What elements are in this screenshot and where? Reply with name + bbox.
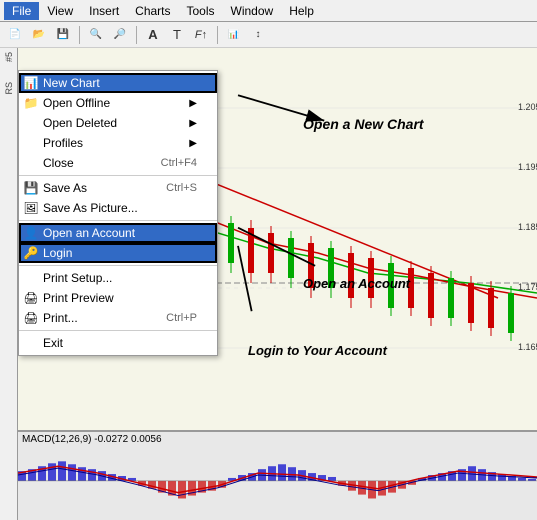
menu-profiles[interactable]: Profiles ▶ [19, 133, 217, 153]
menu-print-setup[interactable]: Print Setup... [19, 268, 217, 288]
menu-file[interactable]: File [4, 2, 39, 20]
print-preview-icon: 🖨 [23, 290, 39, 306]
profiles-label: Profiles [43, 136, 83, 150]
toolbar-new[interactable]: 📄 [4, 24, 26, 46]
menu-tools[interactable]: Tools [179, 2, 223, 20]
menu-window[interactable]: Window [223, 2, 282, 20]
rs-label2: RS [4, 82, 14, 95]
sep-1 [19, 175, 217, 176]
rs-label: #5 [4, 52, 14, 62]
menu-help[interactable]: Help [281, 2, 322, 20]
save-picture-icon: 🖼 [23, 200, 39, 216]
svg-text:1.2050: 1.2050 [518, 102, 537, 112]
login-label: Login [43, 246, 72, 260]
sep-3 [19, 265, 217, 266]
left-panel: #5 RS [0, 48, 18, 520]
macd-area: MACD(12,26,9) -0.0272 0.0056 [18, 430, 537, 520]
svg-text:1.1750: 1.1750 [518, 282, 537, 292]
macd-svg [18, 432, 537, 520]
login-icon: 🔑 [23, 245, 39, 261]
toolbar-a[interactable]: A [142, 24, 164, 46]
sep-4 [19, 330, 217, 331]
open-offline-label: Open Offline [43, 96, 110, 110]
menu-save-as[interactable]: 💾 Save As Ctrl+S [19, 178, 217, 198]
account-icon: 👤 [23, 225, 39, 241]
print-shortcut: Ctrl+P [166, 312, 197, 324]
svg-text:1.1950: 1.1950 [518, 162, 537, 172]
open-account-label: Open an Account [43, 226, 135, 240]
menu-close[interactable]: Close Ctrl+F4 [19, 153, 217, 173]
new-chart-icon: 📊 [23, 75, 39, 91]
toolbar-zoomout[interactable]: 🔎 [109, 24, 131, 46]
file-dropdown: 📊 New Chart 📁 Open Offline ▶ Open Delete… [18, 70, 218, 356]
menu-login[interactable]: 🔑 Login [19, 243, 217, 263]
open-deleted-arrow: ▶ [189, 118, 197, 129]
toolbar-save[interactable]: 💾 [52, 24, 74, 46]
save-picture-label: Save As Picture... [43, 201, 138, 215]
menu-insert[interactable]: Insert [81, 2, 127, 20]
toolbar-open[interactable]: 📂 [28, 24, 50, 46]
open-deleted-label: Open Deleted [43, 116, 117, 130]
save-as-label: Save As [43, 181, 87, 195]
save-as-shortcut: Ctrl+S [166, 182, 197, 194]
macd-label: MACD(12,26,9) -0.0272 0.0056 [22, 434, 162, 445]
menu-new-chart[interactable]: 📊 New Chart [19, 73, 217, 93]
toolbar-sep-3 [217, 26, 218, 44]
print-setup-label: Print Setup... [43, 271, 112, 285]
exit-label: Exit [43, 336, 63, 350]
close-shortcut: Ctrl+F4 [161, 157, 197, 169]
toolbar: 📄 📂 💾 🔍 🔎 A T F↑ 📊 ↕ [0, 22, 537, 48]
close-label: Close [43, 156, 74, 170]
menu-open-account[interactable]: 👤 Open an Account [19, 223, 217, 243]
toolbar-period[interactable]: ↕ [247, 24, 269, 46]
menu-print-preview[interactable]: 🖨 Print Preview [19, 288, 217, 308]
menu-print[interactable]: 🖨 Print... Ctrl+P [19, 308, 217, 328]
open-offline-arrow: ▶ [189, 98, 197, 109]
print-preview-label: Print Preview [43, 291, 114, 305]
toolbar-sep-2 [136, 26, 137, 44]
toolbar-f[interactable]: F↑ [190, 24, 212, 46]
sep-2 [19, 220, 217, 221]
toolbar-t[interactable]: T [166, 24, 188, 46]
toolbar-sep-1 [79, 26, 80, 44]
menu-open-deleted[interactable]: Open Deleted ▶ [19, 113, 217, 133]
svg-text:1.1850: 1.1850 [518, 222, 537, 232]
svg-text:1.1650: 1.1650 [518, 342, 537, 352]
new-chart-label: New Chart [43, 76, 100, 90]
dropdown-menu: 📊 New Chart 📁 Open Offline ▶ Open Delete… [18, 70, 218, 356]
toolbar-chart1[interactable]: 📊 [223, 24, 245, 46]
menu-view[interactable]: View [39, 2, 81, 20]
menu-exit[interactable]: Exit [19, 333, 217, 353]
menu-open-offline[interactable]: 📁 Open Offline ▶ [19, 93, 217, 113]
menu-save-picture[interactable]: 🖼 Save As Picture... [19, 198, 217, 218]
profiles-arrow: ▶ [189, 138, 197, 149]
toolbar-zoomin[interactable]: 🔍 [85, 24, 107, 46]
save-as-icon: 💾 [23, 180, 39, 196]
print-label: Print... [43, 311, 78, 325]
open-offline-icon: 📁 [23, 95, 39, 111]
menu-bar: File View Insert Charts Tools Window Hel… [0, 0, 537, 22]
print-icon: 🖨 [23, 310, 39, 326]
menu-charts[interactable]: Charts [127, 2, 178, 20]
